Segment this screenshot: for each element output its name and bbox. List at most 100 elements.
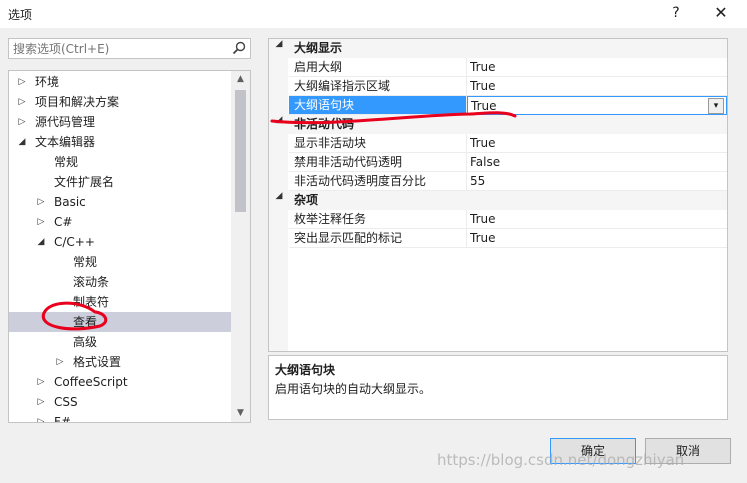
- collapsed-arrow-icon[interactable]: ▷: [17, 112, 27, 132]
- category-header[interactable]: ◢ 杂项: [269, 191, 727, 210]
- collapse-arrow-icon[interactable]: ◢: [274, 39, 284, 49]
- dropdown-arrow-icon[interactable]: ▾: [708, 98, 724, 114]
- scroll-up-icon[interactable]: ▲: [231, 71, 250, 88]
- tree-item-label: 常规: [54, 155, 79, 169]
- property-value-text: True: [471, 99, 497, 113]
- property-value[interactable]: 55: [467, 172, 727, 191]
- property-row[interactable]: 枚举注释任务 True: [269, 210, 727, 229]
- property-value[interactable]: True: [467, 210, 727, 229]
- tree-item[interactable]: 滚动条: [9, 272, 231, 292]
- collapse-arrow-icon[interactable]: ◢: [274, 191, 284, 201]
- collapsed-arrow-icon[interactable]: ▷: [17, 72, 27, 92]
- scroll-thumb[interactable]: [235, 90, 246, 212]
- watermark: https://blog.csdn.net/dongzhiyan: [437, 451, 685, 469]
- property-name[interactable]: 大纲编译指示区域: [289, 77, 467, 96]
- property-value[interactable]: False: [467, 153, 727, 172]
- tree-item-label: 源代码管理: [35, 115, 96, 129]
- close-button[interactable]: ✕: [706, 2, 736, 24]
- tree-item[interactable]: 查看: [9, 312, 231, 332]
- collapsed-arrow-icon[interactable]: ▷: [36, 372, 46, 392]
- collapse-arrow-icon[interactable]: ◢: [274, 115, 284, 125]
- help-button[interactable]: ?: [662, 2, 690, 24]
- property-name[interactable]: 突出显示匹配的标记: [289, 229, 467, 248]
- tree-item-label: 查看: [73, 315, 98, 329]
- category-label: 杂项: [294, 193, 319, 207]
- tree-item-label: 高级: [73, 335, 98, 349]
- tree-item[interactable]: ▷ CSS: [9, 392, 231, 412]
- category-label: 非活动代码: [294, 117, 355, 131]
- expanded-arrow-icon[interactable]: ◢: [36, 232, 46, 252]
- search-box[interactable]: [8, 38, 251, 59]
- property-name[interactable]: 大纲语句块: [289, 96, 467, 115]
- property-value[interactable]: True ▾: [467, 96, 727, 115]
- tree-item[interactable]: ▷ 项目和解决方案: [9, 92, 231, 112]
- tree-item-label: Basic: [54, 195, 86, 209]
- tree-item-label: 制表符: [73, 295, 110, 309]
- tree-item[interactable]: ▷ 源代码管理: [9, 112, 231, 132]
- property-name[interactable]: 非活动代码透明度百分比: [289, 172, 467, 191]
- property-row[interactable]: 大纲语句块 True ▾: [269, 96, 727, 115]
- tree-item[interactable]: ▷ CoffeeScript: [9, 372, 231, 392]
- tree-item[interactable]: ▷ F#: [9, 412, 231, 423]
- collapsed-arrow-icon[interactable]: ▷: [55, 352, 65, 372]
- tree-item[interactable]: 高级: [9, 332, 231, 352]
- category-header[interactable]: ◢ 非活动代码: [269, 115, 727, 134]
- property-name[interactable]: 显示非活动块: [289, 134, 467, 153]
- property-value[interactable]: True: [467, 134, 727, 153]
- search-icon[interactable]: [232, 41, 246, 55]
- tree-item-label: C#: [54, 215, 73, 229]
- property-row[interactable]: 禁用非活动代码透明 False: [269, 153, 727, 172]
- property-row[interactable]: 大纲编译指示区域 True: [269, 77, 727, 96]
- tree-item-label: 滚动条: [73, 275, 110, 289]
- property-row[interactable]: 非活动代码透明度百分比 55: [269, 172, 727, 191]
- property-value-text: True: [470, 231, 496, 245]
- tree-item[interactable]: ▷ 格式设置: [9, 352, 231, 372]
- property-value[interactable]: True: [467, 77, 727, 96]
- window-title: 选项: [8, 8, 33, 22]
- tree-item-label: 文本编辑器: [35, 135, 96, 149]
- tree-item-label: CSS: [54, 395, 78, 409]
- property-row[interactable]: 突出显示匹配的标记 True: [269, 229, 727, 248]
- property-row[interactable]: 启用大纲 True: [269, 58, 727, 77]
- collapsed-arrow-icon[interactable]: ▷: [36, 192, 46, 212]
- property-name[interactable]: 启用大纲: [289, 58, 467, 77]
- description-text: 启用语句块的自动大纲显示。: [275, 382, 432, 396]
- tree-item-label: 常规: [73, 255, 98, 269]
- tree-item[interactable]: ◢ 文本编辑器: [9, 132, 231, 152]
- description-panel: 大纲语句块 启用语句块的自动大纲显示。: [268, 355, 728, 420]
- tree-item[interactable]: 文件扩展名: [9, 172, 231, 192]
- tree-scrollbar[interactable]: ▲ ▼: [231, 71, 250, 422]
- tree-item-label: CoffeeScript: [54, 375, 128, 389]
- property-value[interactable]: True: [467, 229, 727, 248]
- property-name[interactable]: 禁用非活动代码透明: [289, 153, 467, 172]
- tree-item[interactable]: ▷ C#: [9, 212, 231, 232]
- tree-item-label: 格式设置: [73, 355, 122, 369]
- tree-item-label: C/C++: [54, 235, 95, 249]
- category-label: 大纲显示: [294, 41, 343, 55]
- tree-item[interactable]: 常规: [9, 252, 231, 272]
- tree-item-label: 项目和解决方案: [35, 95, 120, 109]
- property-value[interactable]: True: [467, 58, 727, 77]
- category-header[interactable]: ◢ 大纲显示: [269, 39, 727, 58]
- tree-item-label: 文件扩展名: [54, 175, 115, 189]
- search-input[interactable]: [9, 39, 224, 58]
- tree-item-label: F#: [54, 415, 71, 423]
- property-row[interactable]: 显示非活动块 True: [269, 134, 727, 153]
- property-value-text: 55: [470, 174, 486, 188]
- property-grid[interactable]: ◢ 大纲显示 启用大纲 True 大纲编译指示区域 True 大纲语句块 True ▾ ◢ 非活动代…: [268, 38, 728, 352]
- collapsed-arrow-icon[interactable]: ▷: [36, 392, 46, 412]
- collapsed-arrow-icon[interactable]: ▷: [36, 212, 46, 232]
- collapsed-arrow-icon[interactable]: ▷: [36, 412, 46, 422]
- tree-item[interactable]: 制表符: [9, 292, 231, 312]
- property-name[interactable]: 枚举注释任务: [289, 210, 467, 229]
- tree-item[interactable]: ▷ Basic: [9, 192, 231, 212]
- scroll-down-icon[interactable]: ▼: [231, 405, 250, 422]
- expanded-arrow-icon[interactable]: ◢: [17, 132, 27, 152]
- collapsed-arrow-icon[interactable]: ▷: [17, 92, 27, 112]
- options-tree[interactable]: ▷ 环境 ▷ 项目和解决方案 ▷ 源代码管理 ◢ 文本编辑器 常规 文件扩展名 ▷ Basic ▷ C# ◢…: [8, 70, 251, 423]
- tree-item[interactable]: 常规: [9, 152, 231, 172]
- property-value-text: True: [470, 79, 496, 93]
- tree-item[interactable]: ◢ C/C++: [9, 232, 231, 252]
- tree-item-label: 环境: [35, 75, 60, 89]
- tree-item[interactable]: ▷ 环境: [9, 72, 231, 92]
